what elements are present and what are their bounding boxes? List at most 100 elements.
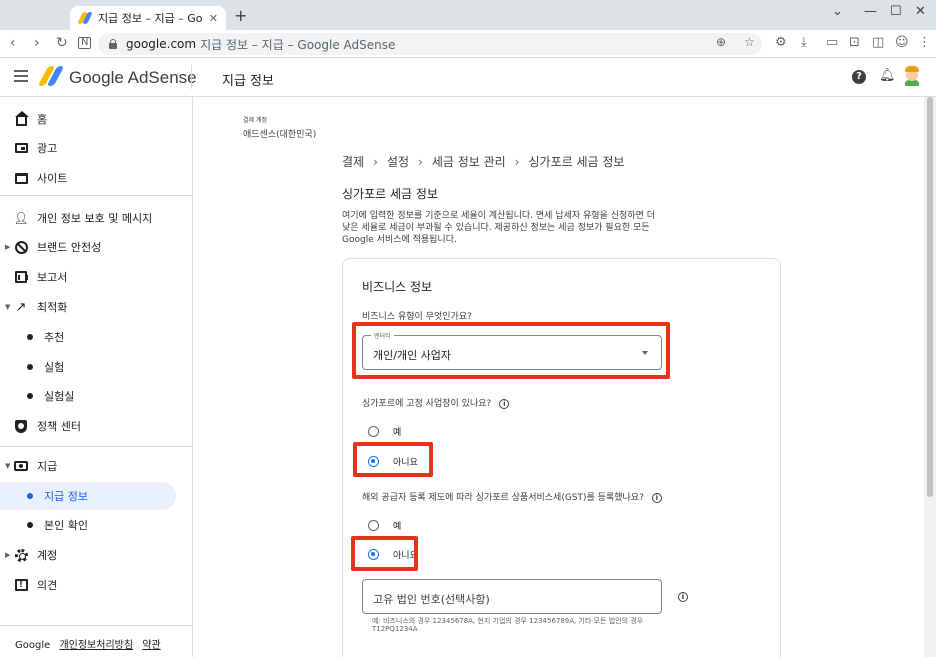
help-icon[interactable]: ? <box>852 70 866 84</box>
sidebar-item-label: 지급 정보 <box>44 490 88 503</box>
profile-icon[interactable]: ☺ <box>895 35 909 50</box>
bullet-icon <box>27 493 33 499</box>
expand-arrow-icon[interactable]: ▶ <box>5 243 10 251</box>
address-bar[interactable]: google.com 지급 정보 – 지급 – Google AdSense <box>98 33 762 55</box>
collapse-arrow-icon[interactable]: ▼ <box>5 462 10 470</box>
header-divider <box>191 65 192 89</box>
bullet-icon <box>27 364 33 370</box>
payments-icon <box>14 459 28 473</box>
tab-close-icon[interactable]: ✕ <box>209 12 218 25</box>
screenshot-icon[interactable]: ⊡ <box>849 35 860 50</box>
privacy-icon: 👤︎ <box>13 211 29 225</box>
sidebar-item-label: 지급 <box>37 460 58 473</box>
notes-icon[interactable]: N <box>78 37 92 49</box>
gear-icon <box>14 548 28 562</box>
breadcrumb-tax-info[interactable]: 세금 정보 관리 <box>432 155 506 169</box>
highlight-box-no-establishment <box>353 442 433 477</box>
sidepanel-icon[interactable]: ◫ <box>872 35 884 50</box>
collapse-arrow-icon[interactable]: ▼ <box>5 303 10 311</box>
sidebar-item-brand-safety[interactable]: ▶ 브랜드 안전성 <box>0 233 192 261</box>
minimize-icon[interactable]: — <box>864 4 877 19</box>
tab-search-icon[interactable]: ⌄ <box>832 4 843 19</box>
sidebar-item-privacy[interactable]: 👤︎ 개인 정보 보호 및 메시지 <box>0 204 192 232</box>
radio-circle-icon <box>368 426 379 437</box>
sidebar-item-verification[interactable]: 본인 확인 <box>0 511 192 539</box>
info-icon[interactable]: i <box>499 398 510 409</box>
breadcrumb-separator-icon: › <box>418 155 423 169</box>
intro-text: 여기에 입력한 정보를 기준으로 세율이 계산됩니다. 면세 납세자 유형을 신… <box>342 211 655 245</box>
bullet-icon <box>27 393 33 399</box>
reload-icon[interactable]: ↻ <box>56 35 68 51</box>
sidebar-item-labs[interactable]: 실험실 <box>0 382 192 410</box>
gst-yes-radio[interactable]: 예 <box>368 519 401 532</box>
adsense-favicon-icon <box>77 12 93 24</box>
sidebar-item-policy-center[interactable]: 정책 센터 <box>0 412 192 440</box>
scrollbar[interactable] <box>924 97 936 657</box>
sidebar-item-payments-info[interactable]: 지급 정보 <box>0 482 176 510</box>
sidebar-item-optimization[interactable]: ▼ ↗ 최적화 <box>0 293 192 321</box>
sidebar-item-label: 개인 정보 보호 및 메시지 <box>37 212 153 225</box>
google-wordmark: Google <box>15 640 51 651</box>
sidebar-item-label: 홈 <box>37 113 48 126</box>
hamburger-menu-icon[interactable] <box>14 70 28 82</box>
info-icon[interactable]: i <box>678 592 688 602</box>
sidebar-divider <box>0 625 192 626</box>
extensions-icon[interactable]: ⚙ <box>775 35 787 50</box>
maximize-icon[interactable]: ☐ <box>890 4 902 19</box>
bookmark-star-icon[interactable]: ☆ <box>744 35 755 49</box>
account-label: 결제 계정 <box>243 117 267 124</box>
zoom-icon[interactable]: ⊕ <box>716 35 726 49</box>
breadcrumb-separator-icon: › <box>373 155 378 169</box>
sidebar-divider <box>0 195 192 196</box>
menu-kebab-icon[interactable]: ⋮ <box>918 35 931 50</box>
sidebar-item-reports[interactable]: 보고서 <box>0 263 192 291</box>
breadcrumb: 결제 › 설정 › 세금 정보 관리 › 싱가포르 세금 정보 <box>342 153 624 170</box>
ads-icon <box>14 141 28 155</box>
sidebar-item-label: 광고 <box>37 142 58 155</box>
sidebar-item-payments[interactable]: ▼ 지급 <box>0 452 192 480</box>
tab-title: 지급 정보 – 지급 – Google AdSe <box>98 12 203 25</box>
fixed-establishment-yes-radio[interactable]: 예 <box>368 425 401 438</box>
privacy-policy-link[interactable]: 개인정보처리방침 <box>59 640 133 651</box>
forward-icon[interactable]: › <box>34 35 40 51</box>
sidebar-item-sites[interactable]: 사이트 <box>0 164 192 192</box>
terms-link[interactable]: 약관 <box>142 640 160 651</box>
expand-arrow-icon[interactable]: ▶ <box>5 551 10 559</box>
page-title: 싱가포르 세금 정보 <box>342 187 438 201</box>
browser-titlebar: 지급 정보 – 지급 – Google AdSe ✕ + ⌄ — ☐ ✕ <box>0 0 936 30</box>
download-icon[interactable]: ⤓ <box>801 35 807 50</box>
sidebar-divider <box>0 446 192 447</box>
feedback-icon: ! <box>14 578 28 592</box>
page-header-title: 지급 정보 <box>222 74 274 89</box>
breadcrumb-separator-icon: › <box>514 155 520 169</box>
cast-icon[interactable]: ▭ <box>826 35 838 50</box>
sidebar-item-recommendations[interactable]: 추천 <box>0 323 192 351</box>
brand-name[interactable]: Google AdSense <box>69 68 197 88</box>
new-tab-icon[interactable]: + <box>234 6 247 25</box>
account-name: 애드센스(대한민국) <box>243 130 317 140</box>
browser-tab[interactable]: 지급 정보 – 지급 – Google AdSe ✕ <box>70 6 226 30</box>
trending-icon: ↗ <box>15 299 27 315</box>
avatar[interactable] <box>903 66 921 86</box>
info-icon[interactable]: i <box>651 492 662 503</box>
uen-input[interactable]: 고유 법인 번호(선택사항) <box>362 579 662 614</box>
breadcrumb-payments[interactable]: 결제 <box>342 155 364 169</box>
scrollbar-thumb[interactable] <box>927 97 933 497</box>
sidebar-item-label: 계정 <box>37 549 58 562</box>
sidebar-item-experiments[interactable]: 실험 <box>0 353 192 381</box>
sidebar-item-feedback[interactable]: ! 의견 <box>0 571 192 599</box>
sidebar-item-label: 본인 확인 <box>44 519 88 532</box>
breadcrumb-settings[interactable]: 설정 <box>387 155 409 169</box>
notifications-bell-icon[interactable]: 🔔︎ <box>879 68 896 83</box>
block-icon <box>14 240 28 254</box>
sidebar-item-home[interactable]: 홈 <box>0 105 192 133</box>
home-icon <box>14 110 29 126</box>
uen-hint: 예: 비즈니스의 경우 12345678A, 현지 기업의 경우 1234567… <box>372 617 644 633</box>
back-icon[interactable]: ‹ <box>10 35 16 51</box>
section-title: 비즈니스 정보 <box>362 280 433 294</box>
sidebar-item-account[interactable]: ▶ 계정 <box>0 541 192 569</box>
close-window-icon[interactable]: ✕ <box>915 4 926 19</box>
sidebar-item-label: 실험실 <box>44 390 75 403</box>
sidebar-item-ads[interactable]: 광고 <box>0 134 192 162</box>
sidebar-item-label: 보고서 <box>37 271 68 284</box>
